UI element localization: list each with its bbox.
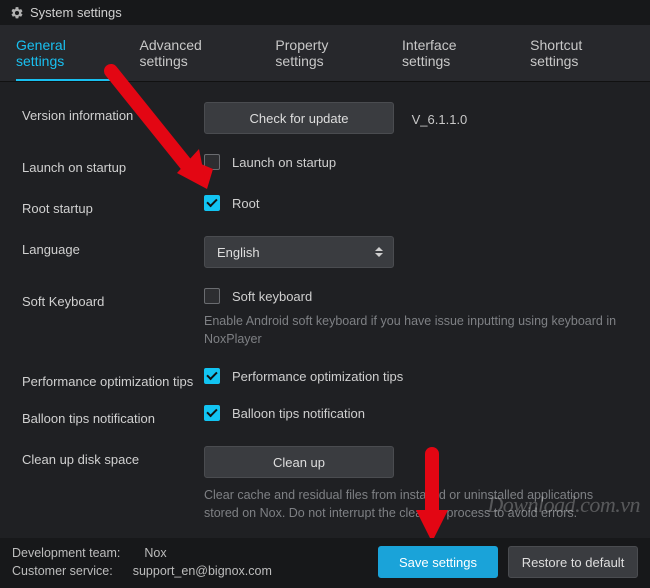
- check-update-button[interactable]: Check for update: [204, 102, 394, 134]
- checkbox-label-launch-startup: Launch on startup: [232, 155, 336, 170]
- row-performance-tips: Performance optimization tips Performanc…: [22, 368, 628, 389]
- dev-team-value: Nox: [144, 546, 166, 560]
- dev-team-label: Development team:: [12, 546, 120, 560]
- label-cleanup: Clean up disk space: [22, 446, 204, 467]
- label-language: Language: [22, 236, 204, 257]
- tab-shortcut-settings[interactable]: Shortcut settings: [530, 25, 634, 81]
- checkbox-root[interactable]: [204, 195, 220, 211]
- tab-general-settings[interactable]: General settings: [16, 25, 118, 81]
- row-version: Version information Check for update V_6…: [22, 102, 628, 134]
- checkbox-label-balloon-tips: Balloon tips notification: [232, 406, 365, 421]
- row-cleanup: Clean up disk space Clean up Clear cache…: [22, 446, 628, 522]
- chevron-updown-icon: [375, 247, 383, 257]
- row-balloon-tips: Balloon tips notification Balloon tips n…: [22, 405, 628, 426]
- checkbox-label-root: Root: [232, 196, 259, 211]
- label-launch-startup: Launch on startup: [22, 154, 204, 175]
- tab-property-settings[interactable]: Property settings: [275, 25, 380, 81]
- cleanup-button[interactable]: Clean up: [204, 446, 394, 478]
- checkbox-launch-startup[interactable]: [204, 154, 220, 170]
- settings-content: Version information Check for update V_6…: [0, 82, 650, 523]
- save-settings-button[interactable]: Save settings: [378, 546, 498, 578]
- label-balloon-tips: Balloon tips notification: [22, 405, 204, 426]
- checkbox-balloon-tips[interactable]: [204, 405, 220, 421]
- checkbox-label-performance-tips: Performance optimization tips: [232, 369, 403, 384]
- label-soft-keyboard: Soft Keyboard: [22, 288, 204, 309]
- titlebar: System settings: [0, 0, 650, 25]
- row-language: Language English: [22, 236, 628, 268]
- language-select[interactable]: English: [204, 236, 394, 268]
- footer: Development team: Nox Customer service: …: [0, 538, 650, 588]
- gear-icon: [10, 6, 24, 20]
- label-performance-tips: Performance optimization tips: [22, 368, 204, 389]
- version-value: V_6.1.1.0: [412, 112, 468, 127]
- window-title: System settings: [30, 5, 122, 20]
- restore-default-button[interactable]: Restore to default: [508, 546, 638, 578]
- tab-advanced-settings[interactable]: Advanced settings: [140, 25, 254, 81]
- row-root-startup: Root startup Root: [22, 195, 628, 216]
- label-version: Version information: [22, 102, 204, 123]
- hint-cleanup: Clear cache and residual files from inst…: [204, 486, 628, 522]
- label-root-startup: Root startup: [22, 195, 204, 216]
- row-launch-startup: Launch on startup Launch on startup: [22, 154, 628, 175]
- support-value: support_en@bignox.com: [133, 564, 272, 578]
- support-label: Customer service:: [12, 564, 113, 578]
- checkbox-soft-keyboard[interactable]: [204, 288, 220, 304]
- hint-soft-keyboard: Enable Android soft keyboard if you have…: [204, 312, 628, 348]
- checkbox-performance-tips[interactable]: [204, 368, 220, 384]
- tab-interface-settings[interactable]: Interface settings: [402, 25, 508, 81]
- row-soft-keyboard: Soft Keyboard Soft keyboard Enable Andro…: [22, 288, 628, 348]
- checkbox-label-soft-keyboard: Soft keyboard: [232, 289, 312, 304]
- language-value: English: [217, 245, 260, 260]
- tabs: General settings Advanced settings Prope…: [0, 25, 650, 82]
